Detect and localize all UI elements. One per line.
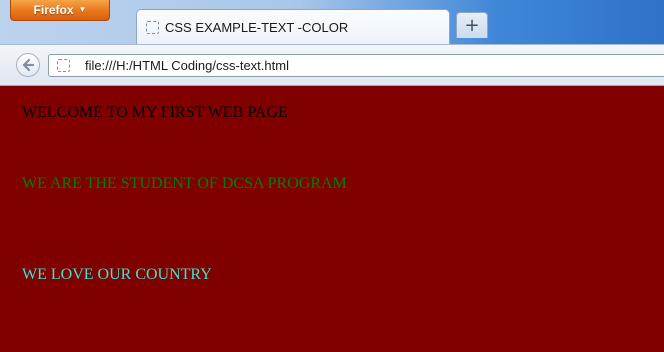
arrow-left-icon: [22, 58, 35, 72]
url-text[interactable]: file:///H:/HTML Coding/css-text.html: [85, 58, 289, 73]
page-content: WELCOME TO MY FIRST WEB PAGE WE ARE THE …: [0, 86, 664, 352]
navigation-toolbar: file:///H:/HTML Coding/css-text.html: [0, 44, 664, 86]
student-text: WE ARE THE STUDENT OF DCSA PROGRAM: [22, 175, 347, 192]
tab-title: CSS EXAMPLE-TEXT -COLOR: [165, 19, 349, 35]
back-button[interactable]: [16, 53, 40, 77]
new-tab-button[interactable]: +: [456, 12, 488, 38]
tab-bar: Firefox ▼ CSS EXAMPLE-TEXT -COLOR +: [0, 0, 664, 44]
blank-page-icon: [146, 20, 159, 34]
browser-window: Firefox ▼ CSS EXAMPLE-TEXT -COLOR + file…: [0, 0, 664, 352]
firefox-menu-label: Firefox: [33, 3, 74, 17]
welcome-text: WELCOME TO MY FIRST WEB PAGE: [22, 104, 288, 121]
firefox-menu-button[interactable]: Firefox ▼: [10, 0, 110, 21]
plus-icon: +: [464, 15, 480, 36]
tab-active[interactable]: CSS EXAMPLE-TEXT -COLOR: [136, 9, 450, 44]
chevron-down-icon: ▼: [78, 5, 87, 14]
address-bar[interactable]: file:///H:/HTML Coding/css-text.html: [48, 54, 664, 77]
blank-page-icon: [57, 59, 70, 72]
country-text: WE LOVE OUR COUNTRY: [22, 266, 212, 283]
